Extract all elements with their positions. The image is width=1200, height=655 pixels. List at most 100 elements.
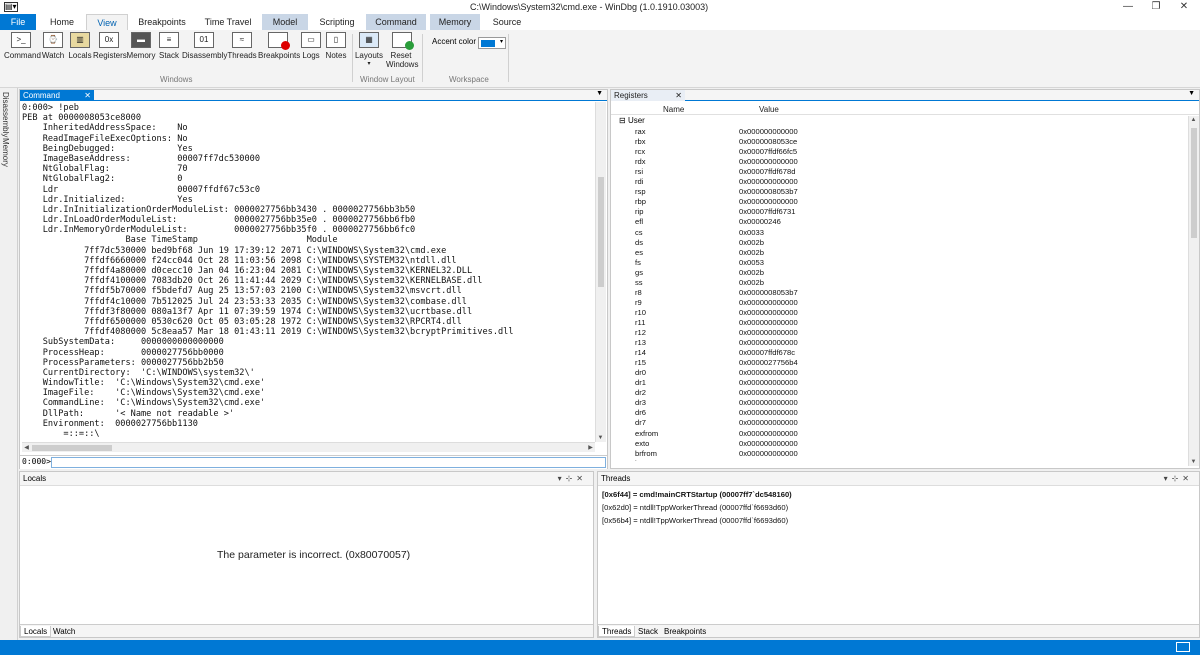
register-row[interactable]: dr2 0x000000000000 [611, 388, 1186, 398]
register-row[interactable]: dr0 0x000000000000 [611, 368, 1186, 378]
register-value[interactable]: 0x002b [739, 238, 799, 248]
register-value[interactable]: 0x000000000000 [739, 459, 799, 461]
register-value[interactable]: 0x002b [739, 268, 799, 278]
register-value[interactable]: 0x00007ffdf678c [739, 348, 799, 358]
register-value[interactable]: 0x000000000000 [739, 439, 799, 449]
register-value[interactable]: 0x00007ffdf66fc5 [739, 147, 799, 157]
register-row[interactable]: rdi 0x000000000000 [611, 177, 1186, 187]
tab-threads[interactable]: Threads [598, 626, 636, 637]
register-row[interactable]: es 0x002b [611, 248, 1186, 258]
register-row[interactable]: brfrom 0x000000000000 [611, 449, 1186, 459]
pane-controls[interactable]: ▾⊹✕ [558, 472, 587, 486]
collapse-icon[interactable]: ⊟ [619, 116, 626, 125]
tab-watch[interactable]: Watch [50, 626, 78, 637]
thread-item[interactable]: [0x62d0] = ntdll!TppWorkerThread (00007f… [602, 503, 788, 512]
register-row[interactable]: gs 0x002b [611, 268, 1186, 278]
tab-source[interactable]: Source [484, 14, 530, 30]
tab-model[interactable]: Model [262, 14, 308, 30]
register-row[interactable]: dr7 0x000000000000 [611, 418, 1186, 428]
notes-window-button[interactable]: ▯ Notes [324, 32, 348, 60]
tab-file[interactable]: File [0, 14, 36, 30]
register-row[interactable]: rbp 0x000000000000 [611, 197, 1186, 207]
register-row[interactable]: fs 0x0053 [611, 258, 1186, 268]
register-row[interactable]: ds 0x002b [611, 238, 1186, 248]
chevron-down-icon[interactable]: ▼ [1188, 90, 1195, 97]
tab-home[interactable]: Home [46, 14, 78, 30]
thread-item[interactable]: [0x56b4] = ntdll!TppWorkerThread (00007f… [602, 516, 788, 525]
tab-locals[interactable]: Locals [20, 626, 52, 637]
register-row[interactable]: exto 0x000000000000 [611, 439, 1186, 449]
register-row[interactable]: dr6 0x000000000000 [611, 408, 1186, 418]
command-input[interactable] [51, 457, 606, 468]
command-vertical-scrollbar[interactable]: ▼ [595, 102, 606, 442]
tab-view[interactable]: View [86, 14, 128, 30]
register-value[interactable]: 0x000000000000 [739, 398, 799, 408]
accent-color-picker[interactable]: ▾ [478, 37, 506, 49]
register-row[interactable]: r9 0x000000000000 [611, 298, 1186, 308]
layouts-button[interactable]: ▦ Layouts ▾ [354, 32, 384, 67]
register-row[interactable]: ss 0x002b [611, 278, 1186, 288]
register-row[interactable]: exfrom 0x000000000000 [611, 429, 1186, 439]
rail-tab-disassembly[interactable]: Disassembly [1, 92, 10, 137]
register-value[interactable]: 0x002b [739, 278, 799, 288]
register-value[interactable]: 0x000000000000 [739, 328, 799, 338]
register-value[interactable]: 0x000000000000 [739, 157, 799, 167]
register-value[interactable]: 0x00000246 [739, 217, 799, 227]
register-value[interactable]: 0x000000000000 [739, 298, 799, 308]
close-button[interactable]: ✕ [1166, 0, 1200, 14]
scroll-up-icon[interactable]: ▲ [1189, 117, 1198, 123]
command-horizontal-scrollbar[interactable]: ◀ ▶ [22, 442, 595, 452]
tab-time-travel[interactable]: Time Travel [200, 14, 256, 30]
threads-window-button[interactable]: ≈ Threads [227, 32, 257, 60]
register-row[interactable]: r8 0x0000008053b7 [611, 288, 1186, 298]
register-row[interactable]: r14 0x00007ffdf678c [611, 348, 1186, 358]
tab-registers-window[interactable]: Registers ✕ [611, 90, 685, 101]
register-value[interactable]: 0x00007ffdf678d [739, 167, 799, 177]
thread-item[interactable]: [0x6f44] = cmd!mainCRTStartup (00007ff7`… [602, 490, 792, 499]
register-value[interactable]: 0x0000027756b4 [739, 358, 799, 368]
logs-window-button[interactable]: ▭ Logs [300, 32, 322, 60]
register-row[interactable]: r15 0x0000027756b4 [611, 358, 1186, 368]
scroll-down-icon[interactable]: ▼ [1189, 459, 1198, 465]
register-row[interactable]: efl 0x00000246 [611, 217, 1186, 227]
register-value[interactable]: 0x000000000000 [739, 378, 799, 388]
register-value[interactable]: 0x0053 [739, 258, 799, 268]
register-value[interactable]: 0x000000000000 [739, 197, 799, 207]
register-value[interactable]: 0x0000008053b7 [739, 288, 799, 298]
tab-breakpoints[interactable]: Breakpoints [136, 14, 188, 30]
scroll-thumb[interactable] [1191, 128, 1197, 238]
scroll-right-icon[interactable]: ▶ [586, 444, 595, 451]
register-value[interactable]: 0x000000000000 [739, 429, 799, 439]
scroll-left-icon[interactable]: ◀ [22, 444, 31, 451]
register-row[interactable]: rsp 0x0000008053b7 [611, 187, 1186, 197]
memory-window-button[interactable]: ▬ Memory [126, 32, 156, 60]
column-header-value[interactable]: Value [759, 105, 779, 114]
watch-window-button[interactable]: ⌚ Watch [40, 32, 66, 60]
register-row[interactable]: rcx 0x00007ffdf66fc5 [611, 147, 1186, 157]
register-row[interactable]: rbx 0x0000008053ce [611, 137, 1186, 147]
tab-memory[interactable]: Memory [430, 14, 480, 30]
tab-scripting[interactable]: Scripting [312, 14, 362, 30]
register-value[interactable]: 0x000000000000 [739, 408, 799, 418]
pane-controls[interactable]: ▾⊹✕ [1164, 472, 1193, 486]
reset-windows-button[interactable]: Reset Windows [386, 32, 418, 69]
register-value[interactable]: 0x000000000000 [739, 318, 799, 328]
chevron-down-icon[interactable]: ▼ [596, 90, 603, 97]
column-header-name[interactable]: Name [663, 105, 684, 114]
tab-command[interactable]: Command [366, 14, 426, 30]
register-row[interactable]: cs 0x0033 [611, 228, 1186, 238]
close-icon[interactable]: ✕ [675, 90, 682, 101]
rail-tab-memory[interactable]: Memory [1, 138, 10, 167]
register-value[interactable]: 0x0000008053ce [739, 137, 799, 147]
disassembly-window-button[interactable]: 01 Disassembly [182, 32, 227, 60]
register-value[interactable]: 0x000000000000 [739, 338, 799, 348]
tab-command-window[interactable]: Command ✕ [20, 90, 94, 101]
register-value[interactable]: 0x0033 [739, 228, 799, 238]
register-row[interactable]: r10 0x000000000000 [611, 308, 1186, 318]
stack-window-button[interactable]: ≡ Stack [157, 32, 181, 60]
register-row[interactable]: rax 0x000000000000 [611, 127, 1186, 137]
register-value[interactable]: 0x000000000000 [739, 368, 799, 378]
register-value[interactable]: 0x0000008053b7 [739, 187, 799, 197]
breakpoints-window-button[interactable]: Breakpoints [258, 32, 300, 60]
register-row[interactable]: dr3 0x000000000000 [611, 398, 1186, 408]
